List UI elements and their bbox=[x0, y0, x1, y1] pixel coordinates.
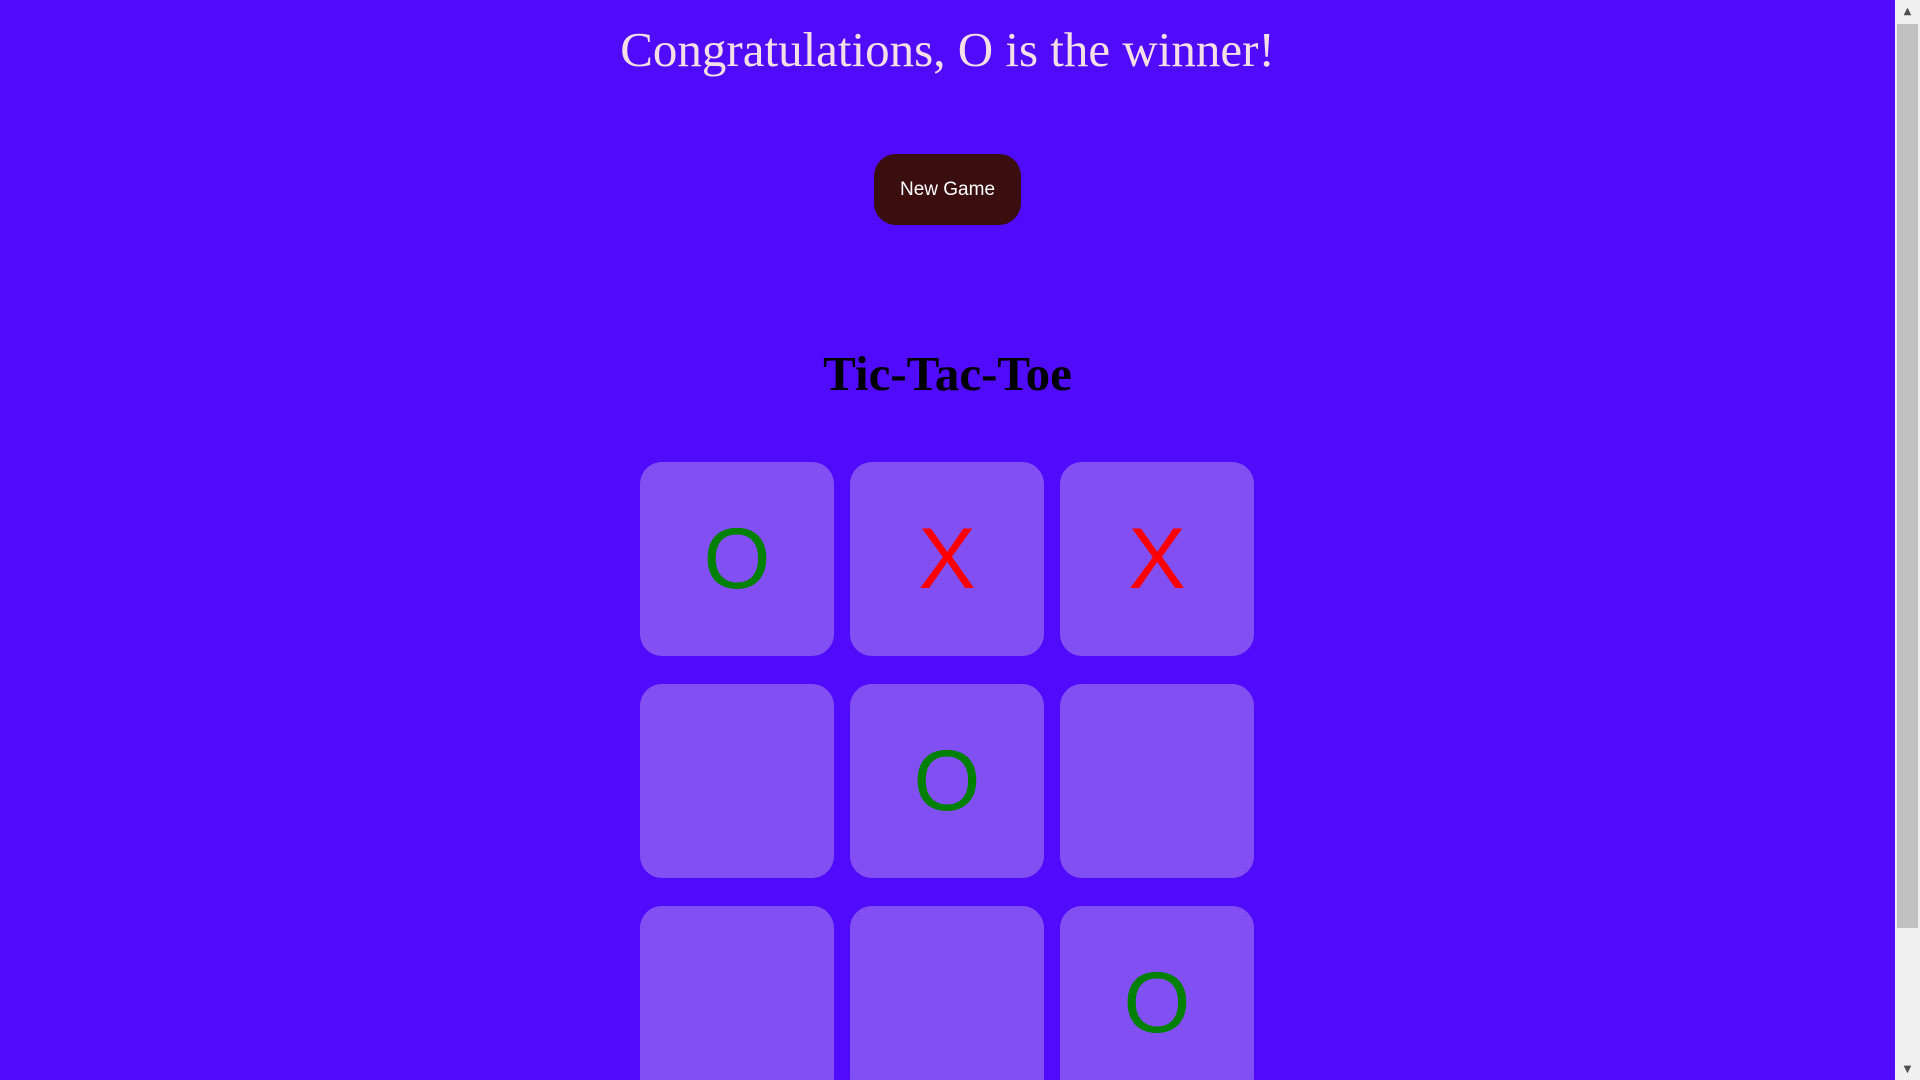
board-cell-8[interactable] bbox=[850, 906, 1044, 1080]
winner-message: Congratulations, O is the winner! bbox=[620, 22, 1275, 77]
new-game-button[interactable]: New Game bbox=[874, 154, 1021, 225]
board-cell-2[interactable]: X bbox=[850, 462, 1044, 656]
triangle-up-icon[interactable]: ▲ bbox=[1895, 0, 1920, 22]
board-cell-5[interactable]: O bbox=[850, 684, 1044, 878]
vertical-scrollbar[interactable]: ▲ ▼ bbox=[1895, 0, 1920, 1080]
board-cell-7[interactable] bbox=[640, 906, 834, 1080]
scrollbar-thumb[interactable] bbox=[1897, 24, 1918, 928]
board-cell-9[interactable]: O bbox=[1060, 906, 1254, 1080]
game-page: Congratulations, O is the winner! New Ga… bbox=[0, 0, 1895, 1080]
board-cell-4[interactable] bbox=[640, 684, 834, 878]
board-cell-6[interactable] bbox=[1060, 684, 1254, 878]
game-board: O X X O O bbox=[640, 462, 1256, 1080]
triangle-down-icon[interactable]: ▼ bbox=[1895, 1058, 1920, 1080]
board-cell-3[interactable]: X bbox=[1060, 462, 1254, 656]
game-title: Tic-Tac-Toe bbox=[823, 346, 1072, 401]
board-cell-1[interactable]: O bbox=[640, 462, 834, 656]
